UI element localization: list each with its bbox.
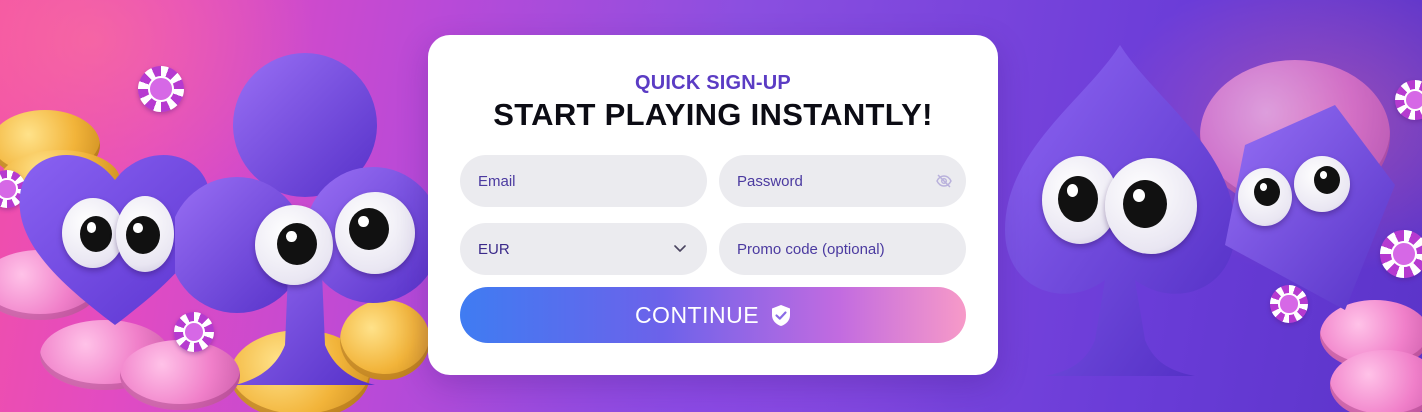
promo-code-input[interactable] xyxy=(737,240,948,258)
password-field[interactable] xyxy=(719,155,966,207)
shield-check-icon xyxy=(771,304,791,327)
signup-card: QUICK SIGN-UP START PLAYING INSTANTLY! E… xyxy=(428,35,998,375)
club-eye-left xyxy=(255,205,333,285)
diamond-eye-left xyxy=(1238,168,1292,226)
email-input[interactable] xyxy=(478,172,689,190)
chevron-down-icon xyxy=(671,240,689,258)
promo-code-field[interactable] xyxy=(719,223,966,275)
email-field[interactable] xyxy=(460,155,707,207)
currency-select[interactable]: EUR xyxy=(460,223,707,275)
password-input[interactable] xyxy=(737,172,936,190)
heart-eye-right xyxy=(116,196,174,272)
currency-value: EUR xyxy=(478,240,510,258)
diamond-eye-right xyxy=(1294,156,1350,212)
signup-headline: START PLAYING INSTANTLY! xyxy=(493,97,933,132)
spade-eye-right xyxy=(1105,158,1197,254)
eye-off-icon[interactable] xyxy=(936,172,952,190)
heart-eye-left xyxy=(62,198,124,268)
continue-label: CONTINUE xyxy=(634,301,760,328)
club-eye-right xyxy=(335,192,415,274)
signup-kicker: QUICK SIGN-UP xyxy=(635,72,791,94)
continue-button[interactable]: CONTINUE xyxy=(460,287,966,343)
diamond-character xyxy=(1225,105,1395,310)
